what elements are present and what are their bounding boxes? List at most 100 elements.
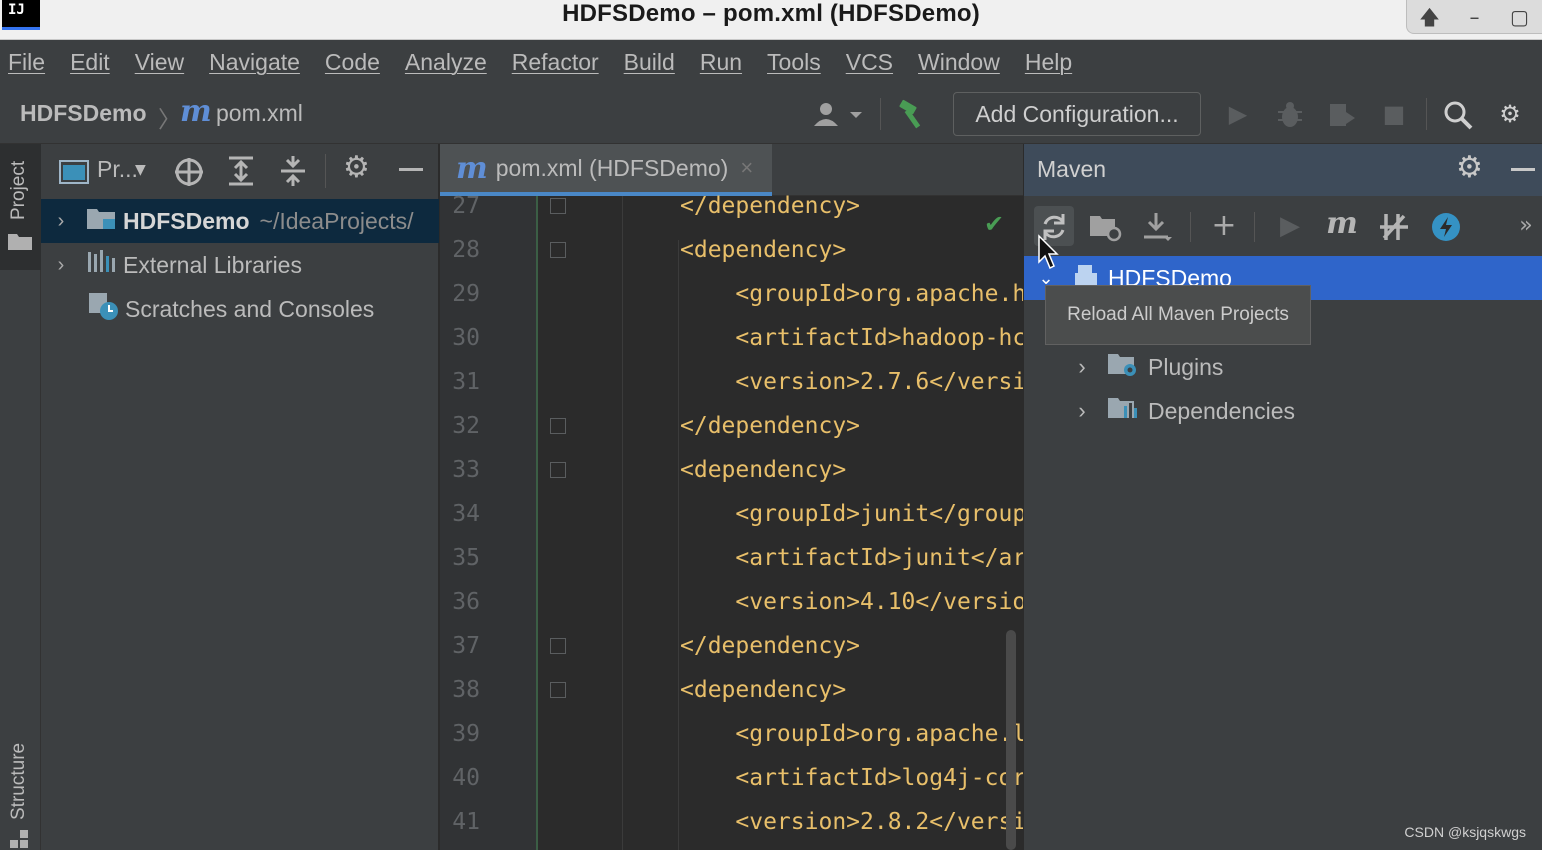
keep-above-icon[interactable]: 🡅: [1416, 5, 1444, 29]
close-tab-icon[interactable]: ×: [740, 155, 753, 181]
menu-window[interactable]: Window: [918, 49, 1000, 76]
maven-item-dependencies[interactable]: › Dependencies: [1024, 389, 1542, 433]
project-settings-gear-icon[interactable]: ⚙: [343, 150, 370, 185]
code-line[interactable]: 35 <artifactId>junit</ar: [440, 536, 1023, 580]
code-line[interactable]: 34 <groupId>junit</group: [440, 492, 1023, 536]
no-problems-check-icon[interactable]: ✔: [984, 210, 1004, 238]
code-line[interactable]: 30 <artifactId>hadoop-hc: [440, 316, 1023, 360]
code-line[interactable]: 27 </dependency>: [440, 184, 1023, 228]
code-text: <version>2.8.2</versi: [680, 809, 1023, 835]
dependencies-library-icon: [1108, 394, 1140, 428]
hide-panel-icon[interactable]: [399, 168, 423, 171]
maximize-icon[interactable]: ▢: [1506, 5, 1534, 29]
add-maven-project-icon[interactable]: +: [1204, 206, 1244, 246]
breadcrumb-separator-icon: 〉: [158, 106, 181, 132]
code-line[interactable]: 39 <groupId>org.apache.l: [440, 712, 1023, 756]
execute-maven-goal-icon[interactable]: m: [1322, 206, 1362, 246]
fold-marker-icon[interactable]: [550, 198, 566, 214]
menu-refactor[interactable]: Refactor: [512, 49, 599, 76]
fold-marker-icon[interactable]: [550, 638, 566, 654]
project-tool-window-button[interactable]: Project: [0, 144, 41, 270]
project-view-icon[interactable]: [59, 158, 89, 188]
code-line[interactable]: 32 </dependency>: [440, 404, 1023, 448]
line-number: 33: [452, 457, 480, 483]
line-number: 38: [452, 677, 480, 703]
code-text: <artifactId>hadoop-hc: [680, 325, 1023, 351]
chevron-right-icon[interactable]: ›: [1062, 354, 1102, 380]
chevron-right-icon[interactable]: ›: [41, 254, 81, 277]
code-line[interactable]: 40 <artifactId>log4j-cor: [440, 756, 1023, 800]
expand-all-icon[interactable]: [227, 156, 255, 190]
chevron-right-icon[interactable]: ›: [1062, 398, 1102, 424]
generate-sources-folder-icon[interactable]: [1086, 206, 1126, 246]
dropdown-arrow-icon[interactable]: ▼: [135, 162, 146, 178]
hide-maven-panel-icon[interactable]: [1511, 168, 1535, 171]
menu-help[interactable]: Help: [1025, 49, 1072, 76]
menu-analyze[interactable]: Analyze: [405, 49, 487, 76]
code-line[interactable]: 28 <dependency>: [440, 228, 1023, 272]
code-line[interactable]: 33 <dependency>: [440, 448, 1023, 492]
line-number: 40: [452, 765, 480, 791]
run-with-coverage-icon[interactable]: [1324, 96, 1360, 132]
menu-navigate[interactable]: Navigate: [209, 49, 300, 76]
menu-edit[interactable]: Edit: [70, 49, 110, 76]
menu-view[interactable]: View: [135, 49, 184, 76]
fold-marker-icon[interactable]: [550, 462, 566, 478]
line-number: 32: [452, 413, 480, 439]
code-text: <dependency>: [680, 677, 847, 703]
fold-marker-icon[interactable]: [550, 682, 566, 698]
code-text: </dependency>: [680, 413, 861, 439]
user-dropdown-icon[interactable]: [810, 96, 866, 132]
maven-settings-gear-icon[interactable]: ⚙: [1456, 150, 1483, 185]
menu-build[interactable]: Build: [624, 49, 675, 76]
project-view-dropdown[interactable]: Pr...: [97, 156, 138, 183]
add-configuration-button[interactable]: Add Configuration...: [953, 92, 1201, 136]
structure-icon: [8, 828, 30, 850]
code-line[interactable]: 41 <version>2.8.2</versi: [440, 800, 1023, 844]
run-icon[interactable]: ▶: [1220, 96, 1256, 132]
module-folder-icon: [87, 205, 117, 237]
breadcrumb-file[interactable]: pom.xml: [216, 100, 303, 127]
search-icon[interactable]: [1440, 96, 1476, 132]
build-hammer-icon[interactable]: [894, 96, 930, 132]
code-text: <dependency>: [680, 237, 847, 263]
stop-icon[interactable]: ■: [1376, 96, 1412, 132]
maven-item-plugins[interactable]: › Plugins: [1024, 345, 1542, 389]
line-number: 39: [452, 721, 480, 747]
menu-code[interactable]: Code: [325, 49, 380, 76]
code-line[interactable]: 37 </dependency>: [440, 624, 1023, 668]
code-line[interactable]: 36 <version>4.10</versio: [440, 580, 1023, 624]
fold-marker-icon[interactable]: [550, 418, 566, 434]
code-text: </dependency>: [680, 633, 861, 659]
download-sources-icon[interactable]: [1138, 206, 1178, 246]
code-text: </dependency>: [680, 193, 861, 219]
tree-item-scratches[interactable]: Scratches and Consoles: [41, 287, 439, 331]
structure-stripe-label[interactable]: Structure: [8, 743, 30, 820]
menu-tools[interactable]: Tools: [767, 49, 821, 76]
maven-toolbar: + ▶ m »: [1024, 196, 1542, 256]
settings-gear-icon[interactable]: ⚙: [1492, 96, 1528, 132]
navigation-bar: HDFSDemo 〉 m pom.xml Add Configuration..…: [0, 84, 1542, 144]
code-text: <dependency>: [680, 457, 847, 483]
code-line[interactable]: 31 <version>2.7.6</versi: [440, 360, 1023, 404]
editor-scrollbar[interactable]: [1006, 630, 1016, 850]
more-actions-chevron-icon[interactable]: »: [1514, 206, 1538, 246]
chevron-right-icon[interactable]: ›: [41, 210, 81, 233]
debug-icon[interactable]: [1272, 96, 1308, 132]
code-line[interactable]: 29 <groupId>org.apache.h: [440, 272, 1023, 316]
breadcrumb-project[interactable]: HDFSDemo: [20, 100, 147, 127]
menu-file[interactable]: File: [8, 49, 45, 76]
collapse-all-icon[interactable]: [279, 156, 307, 190]
tree-item-hdfsdemo[interactable]: › HDFSDemo ~/IdeaProjects/: [41, 199, 439, 243]
skip-tests-lightning-icon[interactable]: [1426, 206, 1466, 246]
tree-item-label: Scratches and Consoles: [125, 295, 375, 322]
toggle-offline-mode-icon[interactable]: [1374, 206, 1414, 246]
tree-item-external-libraries[interactable]: › External Libraries: [41, 243, 439, 287]
locate-file-icon[interactable]: [173, 156, 205, 192]
menu-vcs[interactable]: VCS: [846, 49, 893, 76]
menu-run[interactable]: Run: [700, 49, 742, 76]
fold-marker-icon[interactable]: [550, 242, 566, 258]
run-maven-build-icon[interactable]: ▶: [1270, 206, 1310, 246]
code-line[interactable]: 38 <dependency>: [440, 668, 1023, 712]
minimize-icon[interactable]: –: [1461, 5, 1489, 29]
